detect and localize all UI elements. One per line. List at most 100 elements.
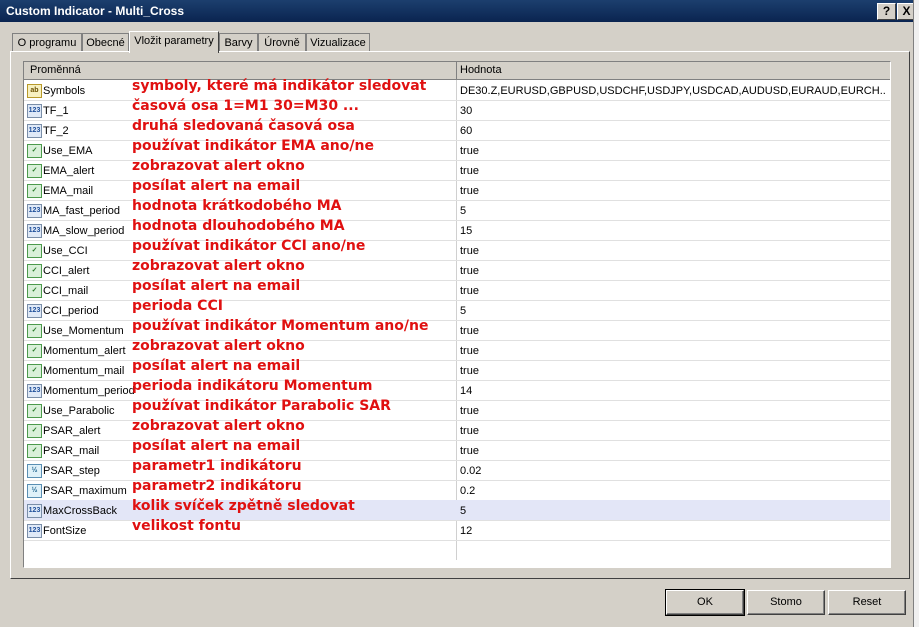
boolean-type-icon: ✓ xyxy=(27,144,42,158)
param-value[interactable]: 5 xyxy=(460,505,886,517)
reset-button[interactable]: Reset xyxy=(828,590,906,615)
annotation-note: symboly, které má indikátor sledovat xyxy=(132,78,427,94)
annotation-note: hodnota krátkodobého MA xyxy=(132,198,342,214)
annotation-note: posílat alert na email xyxy=(132,278,301,294)
boolean-type-icon: ✓ xyxy=(27,164,42,178)
param-value[interactable]: 30 xyxy=(460,105,886,117)
help-button[interactable]: ? xyxy=(877,3,896,20)
param-value[interactable]: true xyxy=(460,265,886,277)
annotation-note: zobrazovat alert okno xyxy=(132,258,305,274)
window-title: Custom Indicator - Multi_Cross xyxy=(6,4,185,18)
boolean-type-icon: ✓ xyxy=(27,184,42,198)
boolean-type-icon: ✓ xyxy=(27,324,42,338)
boolean-type-icon: ✓ xyxy=(27,344,42,358)
annotation-note: parametr2 indikátoru xyxy=(132,478,302,494)
param-value[interactable]: true xyxy=(460,345,886,357)
integer-type-icon: 123 xyxy=(27,224,42,238)
param-value[interactable]: true xyxy=(460,165,886,177)
param-name: Use_EMA xyxy=(43,145,93,157)
param-name: PSAR_step xyxy=(43,465,100,477)
boolean-type-icon: ✓ xyxy=(27,444,42,458)
boolean-type-icon: ✓ xyxy=(27,404,42,418)
param-value[interactable]: true xyxy=(460,325,886,337)
param-name: Momentum_period xyxy=(43,385,135,397)
param-value[interactable]: 15 xyxy=(460,225,886,237)
integer-type-icon: 123 xyxy=(27,104,42,118)
annotation-note: zobrazovat alert okno xyxy=(132,338,305,354)
param-name: CCI_alert xyxy=(43,265,90,277)
annotation-note: zobrazovat alert okno xyxy=(132,418,305,434)
param-name: FontSize xyxy=(43,525,87,537)
annotation-note: používat indikátor EMA ano/ne xyxy=(132,138,374,154)
annotation-note: kolik svíček zpětně sledovat xyxy=(132,498,355,514)
annotation-note: posílat alert na email xyxy=(132,178,301,194)
annotation-note: používat indikátor Momentum ano/ne xyxy=(132,318,429,334)
annotation-note: zobrazovat alert okno xyxy=(132,158,305,174)
param-value[interactable]: true xyxy=(460,445,886,457)
boolean-type-icon: ✓ xyxy=(27,284,42,298)
param-value[interactable]: 12 xyxy=(460,525,886,537)
integer-type-icon: 123 xyxy=(27,204,42,218)
boolean-type-icon: ✓ xyxy=(27,244,42,258)
double-type-icon: ½ xyxy=(27,464,42,478)
param-value[interactable]: true xyxy=(460,185,886,197)
column-header-value[interactable]: Hodnota xyxy=(460,64,502,76)
param-name: PSAR_mail xyxy=(43,445,100,457)
param-value[interactable]: 5 xyxy=(460,205,886,217)
annotation-note: parametr1 indikátoru xyxy=(132,458,302,474)
param-value[interactable]: 60 xyxy=(460,125,886,137)
param-name: Momentum_alert xyxy=(43,345,126,357)
string-type-icon: ab xyxy=(27,84,42,98)
param-value[interactable]: true xyxy=(460,145,886,157)
tab-barvy[interactable]: Barvy xyxy=(219,33,258,52)
parameter-grid: Proměnná Hodnota ab Symbols symboly, které… xyxy=(23,61,891,568)
table-row[interactable]: 123 FontSize velikost fontu 12 xyxy=(24,518,890,541)
tab-vložit-parametry[interactable]: Vložit parametry xyxy=(129,31,219,53)
param-value[interactable]: DE30.Z,EURUSD,GBPUSD,USDCHF,USDJPY,USDCA… xyxy=(460,85,886,97)
annotation-note: časová osa 1=M1 30=M30 ... xyxy=(132,98,359,114)
param-name: Use_Momentum xyxy=(43,325,124,337)
annotation-note: perioda CCI xyxy=(132,298,223,314)
param-value[interactable]: true xyxy=(460,245,886,257)
annotation-note: druhá sledovaná časová osa xyxy=(132,118,355,134)
param-value[interactable]: true xyxy=(460,285,886,297)
param-value[interactable]: 0.2 xyxy=(460,485,886,497)
column-header-name[interactable]: Proměnná xyxy=(30,64,81,76)
param-name: MA_fast_period xyxy=(43,205,121,217)
annotation-note: používat indikátor CCI ano/ne xyxy=(132,238,366,254)
double-type-icon: ½ xyxy=(27,484,42,498)
integer-type-icon: 123 xyxy=(27,524,42,538)
annotation-note: posílat alert na email xyxy=(132,438,301,454)
annotation-note: používat indikátor Parabolic SAR xyxy=(132,398,391,414)
param-value[interactable]: 0.02 xyxy=(460,465,886,477)
param-name: TF_2 xyxy=(43,125,69,137)
param-name: TF_1 xyxy=(43,105,69,117)
param-name: MA_slow_period xyxy=(43,225,125,237)
param-name: PSAR_maximum xyxy=(43,485,127,497)
param-name: Symbols xyxy=(43,85,86,97)
integer-type-icon: 123 xyxy=(27,124,42,138)
defaults-button[interactable]: Stomo xyxy=(747,590,825,615)
param-value[interactable]: true xyxy=(460,425,886,437)
boolean-type-icon: ✓ xyxy=(27,424,42,438)
param-name: Use_Parabolic xyxy=(43,405,115,417)
integer-type-icon: 123 xyxy=(27,304,42,318)
param-value[interactable]: true xyxy=(460,365,886,377)
param-value[interactable]: 14 xyxy=(460,385,886,397)
param-name: CCI_period xyxy=(43,305,99,317)
param-name: PSAR_alert xyxy=(43,425,101,437)
tab-úrovně[interactable]: Úrovně xyxy=(258,33,306,52)
title-bar: Custom Indicator - Multi_Cross ? X xyxy=(0,0,919,22)
right-edge-scrollbar[interactable] xyxy=(913,0,919,627)
annotation-note: hodnota dlouhodobého MA xyxy=(132,218,345,234)
ok-button[interactable]: OK xyxy=(665,589,745,616)
param-value[interactable]: true xyxy=(460,405,886,417)
param-name: EMA_mail xyxy=(43,185,94,197)
boolean-type-icon: ✓ xyxy=(27,264,42,278)
tab-o-programu[interactable]: O programu xyxy=(12,33,82,52)
param-value[interactable]: 5 xyxy=(460,305,886,317)
tab-obecné[interactable]: Obecné xyxy=(82,33,129,52)
boolean-type-icon: ✓ xyxy=(27,364,42,378)
tab-vizualizace[interactable]: Vizualizace xyxy=(306,33,370,52)
integer-type-icon: 123 xyxy=(27,504,42,518)
